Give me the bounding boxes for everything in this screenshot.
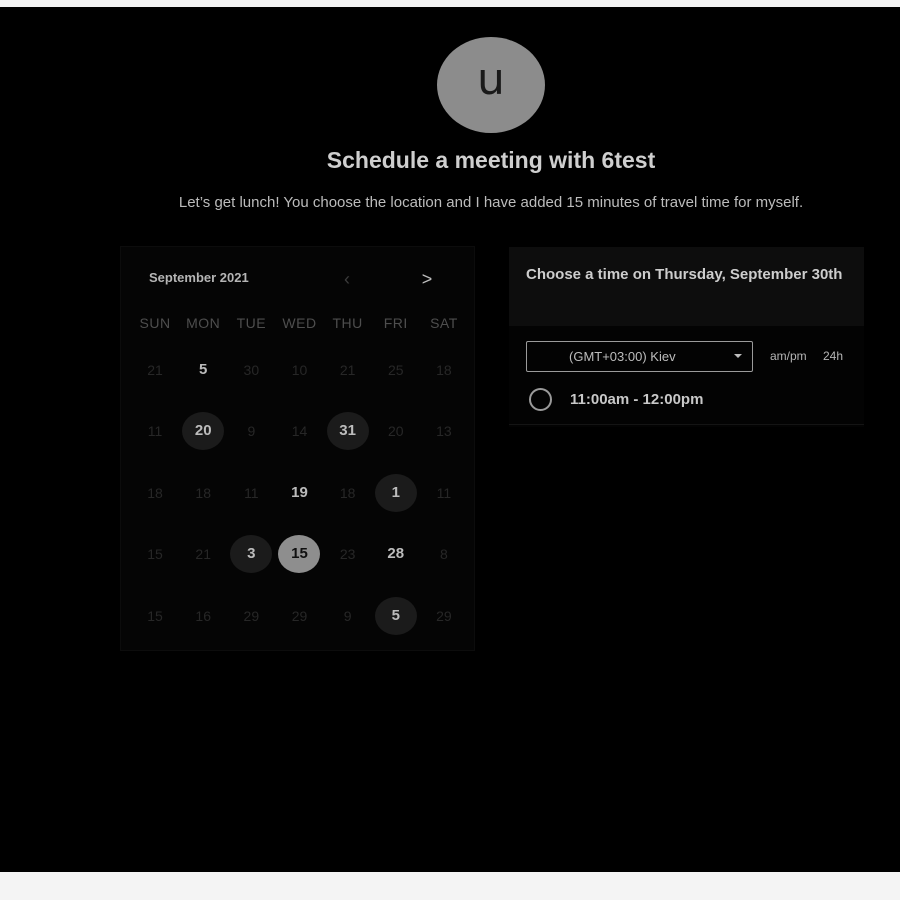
calendar-day-number: 31	[326, 412, 369, 451]
timezone-select[interactable]: (GMT+03:00) Kiev	[526, 341, 753, 372]
24h-toggle[interactable]: 24h	[823, 349, 843, 363]
weekday-label: MON	[186, 315, 221, 331]
calendar-day-number: 29	[243, 607, 260, 624]
avatar: u	[437, 37, 545, 133]
weekday-label: TUE	[236, 315, 267, 331]
calendar-day-number: 5	[374, 596, 417, 635]
calendar-day-number: 1	[374, 473, 417, 512]
calendar-day: 30	[227, 339, 275, 401]
calendar-day: 9	[324, 585, 372, 647]
calendar-day-number: 30	[243, 361, 260, 378]
calendar-day: 8	[420, 524, 468, 586]
calendar-day-available[interactable]: 20	[179, 401, 227, 463]
calendar-day-grid: 21 5 30 10 21 25 18 11 20 9 14 31 20 13 18 18 11 19 18 1 11 1…	[131, 339, 468, 647]
calendar-day-number: 18	[195, 484, 211, 501]
weekday-label: FRI	[383, 315, 408, 331]
calendar-day-available[interactable]: 5	[372, 585, 420, 647]
calendar-day-number: 20	[387, 423, 404, 440]
calendar-day-number: 15	[278, 535, 321, 574]
calendar-day-available[interactable]: 1	[372, 462, 420, 524]
weekday-label: THU	[332, 315, 363, 331]
calendar-day: 9	[227, 401, 275, 463]
calendar-day: 29	[420, 585, 468, 647]
calendar-day-number: 14	[291, 423, 308, 440]
calendar-day-available[interactable]: 28	[372, 524, 420, 586]
calendar-day: 21	[179, 524, 227, 586]
time-panel: Choose a time on Thursday, September 30t…	[509, 247, 864, 427]
calendar-day-number: 3	[230, 535, 273, 574]
ampm-toggle[interactable]: am/pm	[770, 349, 807, 363]
calendar-day: 25	[372, 339, 420, 401]
calendar-day: 18	[324, 462, 372, 524]
calendar-day-available[interactable]: 5	[179, 339, 227, 401]
calendar-day-number: 23	[339, 546, 356, 563]
calendar-day-number: 18	[339, 484, 356, 501]
calendar-day: 18	[179, 462, 227, 524]
panel-divider	[509, 424, 864, 425]
calendar-day: 15	[131, 524, 179, 586]
calendar-day-number: 9	[343, 607, 352, 624]
calendar-day: 20	[372, 401, 420, 463]
meeting-description: Let’s get lunch! You choose the location…	[178, 194, 804, 211]
calendar-day: 23	[324, 524, 372, 586]
time-slot-radio[interactable]	[529, 388, 552, 411]
calendar: September 2021 ‹ > SUN MON TUE WED THU F…	[120, 246, 475, 651]
calendar-day: 13	[420, 401, 468, 463]
calendar-day-number: 28	[387, 545, 405, 563]
calendar-day-number: 10	[291, 361, 308, 378]
calendar-month-label: September 2021	[149, 270, 249, 285]
calendar-day-number: 19	[291, 483, 308, 501]
calendar-day-number: 15	[147, 546, 163, 563]
calendar-day: 11	[131, 401, 179, 463]
calendar-day: 21	[131, 339, 179, 401]
weekday-label: SUN	[139, 315, 171, 331]
calendar-day-number: 13	[436, 423, 452, 440]
timezone-value: (GMT+03:00) Kiev	[569, 349, 676, 364]
prev-month-icon[interactable]: ‹	[335, 267, 359, 291]
calendar-day-selected[interactable]: 15	[275, 524, 323, 586]
calendar-day-number: 18	[147, 484, 163, 501]
calendar-day-number: 21	[147, 361, 163, 378]
top-strip	[0, 0, 900, 7]
calendar-day-number: 9	[247, 423, 256, 440]
calendar-day: 15	[131, 585, 179, 647]
calendar-day-number: 11	[147, 423, 163, 440]
calendar-day-number: 11	[244, 484, 259, 501]
calendar-day-number: 11	[436, 484, 452, 501]
next-month-icon[interactable]: >	[415, 267, 439, 291]
calendar-day: 21	[324, 339, 372, 401]
calendar-day-number: 29	[436, 607, 452, 624]
page-title: Schedule a meeting with 6test	[326, 147, 656, 173]
calendar-day: 14	[275, 401, 323, 463]
calendar-day: 18	[420, 339, 468, 401]
scheduler-page: u Schedule a meeting with 6test Let’s ge…	[0, 7, 900, 872]
calendar-day: 11	[227, 462, 275, 524]
calendar-day-number: 8	[440, 546, 448, 563]
calendar-day-available[interactable]: 31	[324, 401, 372, 463]
calendar-day-number: 18	[436, 361, 452, 378]
weekday-label: SAT	[430, 315, 458, 331]
time-panel-header: Choose a time on Thursday, September 30t…	[509, 247, 864, 326]
time-panel-title: Choose a time on Thursday, September 30t…	[526, 266, 843, 283]
calendar-day-number: 15	[147, 607, 163, 624]
calendar-day-number: 20	[182, 412, 225, 451]
calendar-day-available[interactable]: 3	[227, 524, 275, 586]
calendar-day-available[interactable]: 19	[275, 462, 323, 524]
calendar-day: 11	[420, 462, 468, 524]
calendar-day: 18	[131, 462, 179, 524]
weekday-header: SUN MON TUE WED THU FRI SAT	[131, 315, 468, 331]
calendar-day-number: 5	[199, 360, 208, 378]
calendar-day: 29	[227, 585, 275, 647]
chevron-down-icon	[734, 354, 742, 358]
weekday-label: WED	[282, 315, 317, 331]
calendar-day-number: 21	[339, 361, 356, 378]
calendar-day-number: 29	[291, 607, 308, 624]
time-slot-label[interactable]: 11:00am - 12:00pm	[570, 391, 703, 408]
calendar-day-number: 21	[195, 546, 211, 563]
calendar-day-number: 16	[195, 607, 211, 624]
calendar-day: 29	[275, 585, 323, 647]
calendar-day: 16	[179, 585, 227, 647]
calendar-day-number: 25	[387, 361, 404, 378]
calendar-day: 10	[275, 339, 323, 401]
